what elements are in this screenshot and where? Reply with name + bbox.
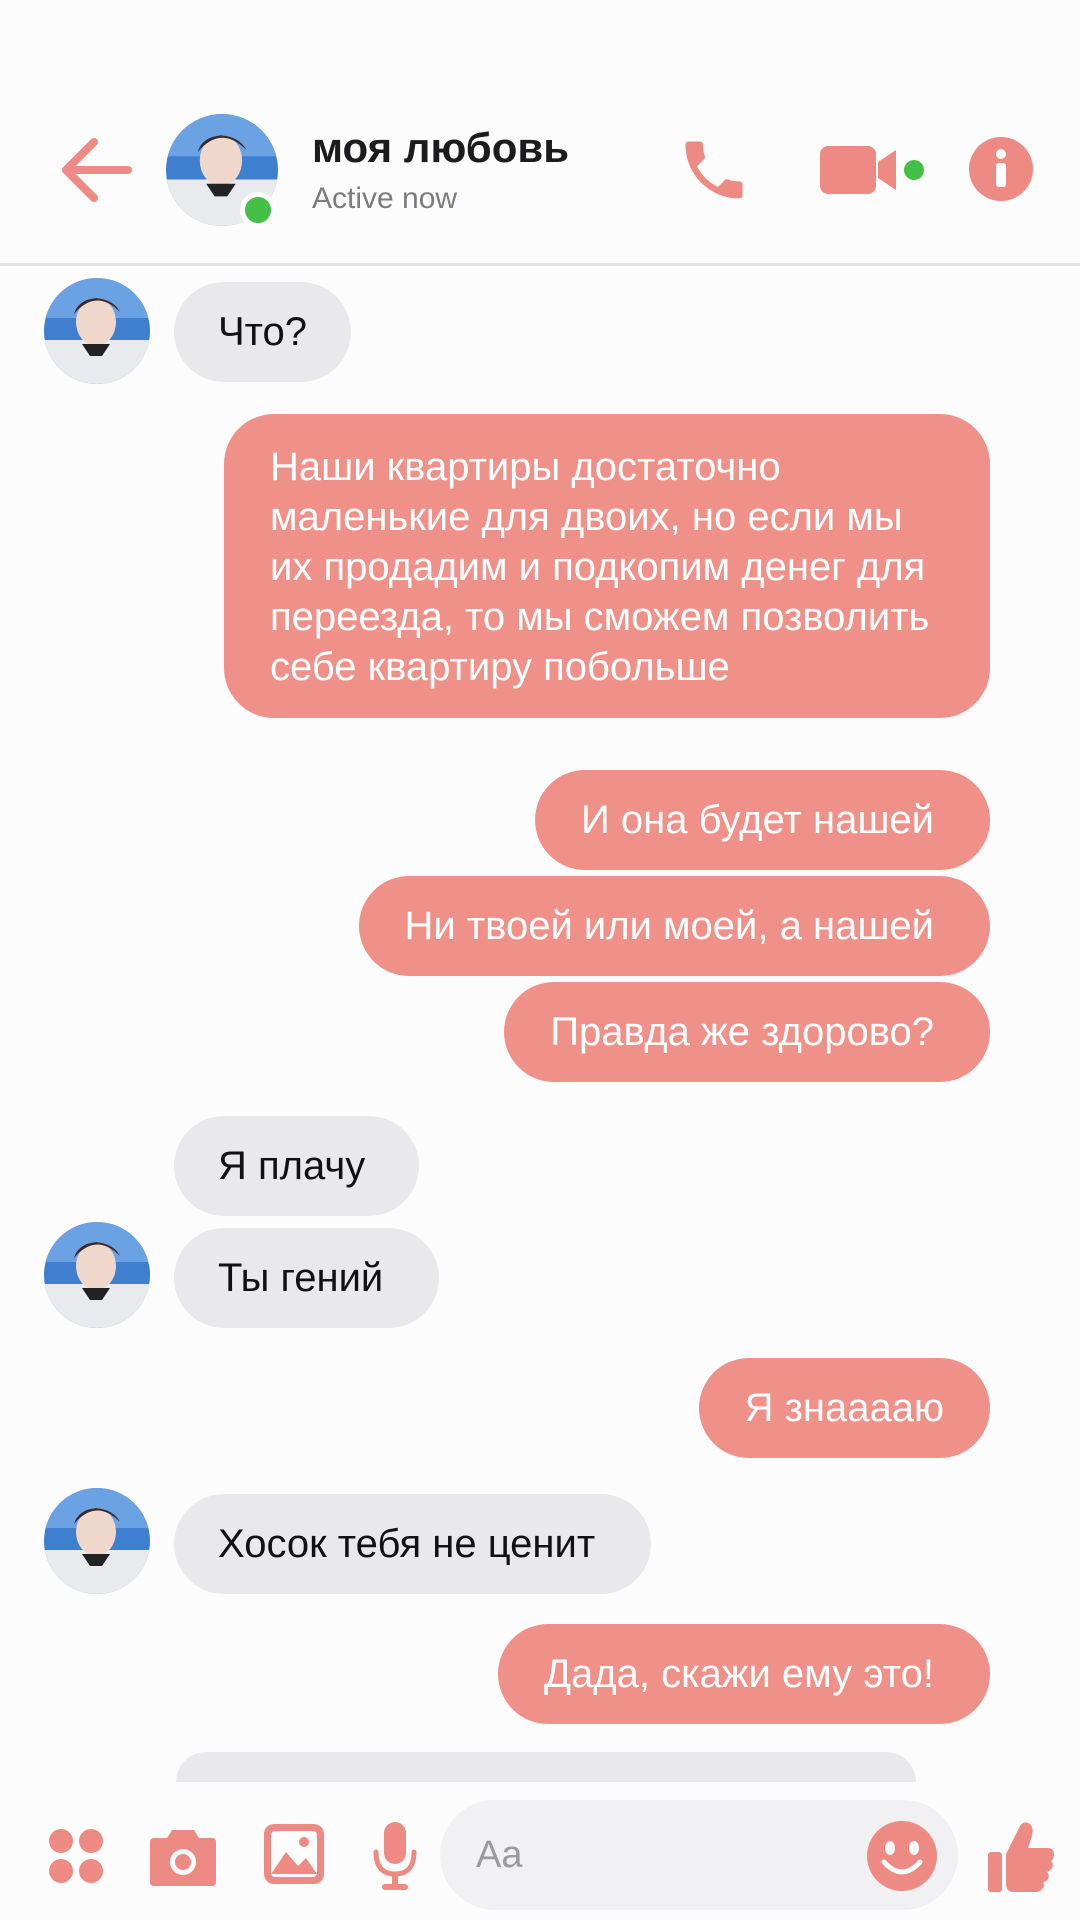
incoming-message[interactable]: Хосок тебя не ценит [174,1494,652,1594]
contact-status: Active now [312,182,458,215]
microphone-icon[interactable] [370,1820,420,1892]
contact-avatar-small[interactable] [44,278,150,384]
back-arrow-icon[interactable] [58,130,132,210]
apps-icon[interactable] [48,1828,104,1884]
contact-avatar-small[interactable] [44,1488,150,1594]
incoming-message[interactable]: Что? [174,282,352,382]
outgoing-message[interactable]: Наши квартиры достаточно маленькие для д… [224,414,990,718]
incoming-message-partial [176,1752,916,1782]
emoji-icon[interactable] [866,1820,938,1892]
outgoing-message[interactable]: Правда же здорово? [504,982,990,1082]
thumbs-up-icon[interactable] [986,1818,1056,1894]
outgoing-message[interactable]: Я знаааaю [698,1358,990,1458]
video-camera-icon[interactable] [818,140,928,200]
contact-avatar-small[interactable] [44,1222,150,1328]
outgoing-message[interactable]: И она будет нашей [535,770,990,870]
image-icon[interactable] [262,1822,326,1886]
outgoing-message[interactable]: Дада, скажи ему это! [497,1624,990,1724]
info-icon[interactable] [968,136,1034,202]
outgoing-message[interactable]: Ни твоей или моей, а нашей [358,876,990,976]
camera-icon[interactable] [148,1824,218,1888]
incoming-message[interactable]: Ты гений [174,1228,440,1328]
incoming-message[interactable]: Я плачу [174,1116,420,1216]
chat-header: моя любовь Active now [0,0,1080,266]
online-status-dot [240,192,276,228]
contact-name[interactable]: моя любовь [312,124,569,172]
phone-icon[interactable] [676,132,752,208]
